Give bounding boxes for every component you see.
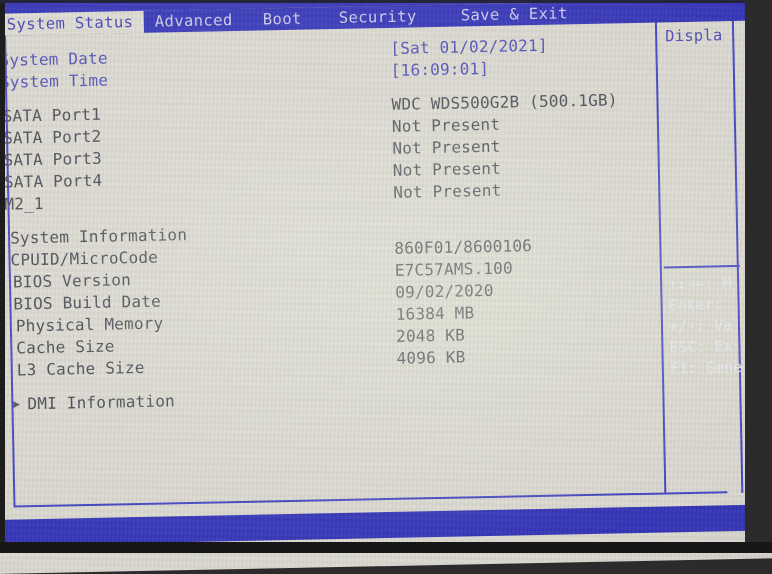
setting-row[interactable]: ▶ DMI Information bbox=[11, 380, 671, 415]
setting-label: System Time bbox=[0, 70, 109, 92]
setting-label: L3 Cache Size bbox=[16, 357, 145, 380]
setting-label: SATA Port3 bbox=[3, 148, 103, 170]
key-legend: ↑↓→←: M Enter: +/-: Va ESC: Ex F1: Gene bbox=[668, 273, 752, 380]
setting-value: 4096 KB bbox=[396, 347, 466, 368]
tab-save-exit[interactable]: Save & Exit bbox=[453, 2, 576, 26]
setting-label: CPUID/MicroCode bbox=[10, 247, 159, 270]
setting-value: 16384 MB bbox=[395, 303, 475, 324]
setting-label: Physical Memory bbox=[15, 313, 164, 336]
footer-bar bbox=[0, 503, 772, 546]
monitor-bezel-left bbox=[0, 0, 5, 553]
setting-label: M2_1 bbox=[4, 193, 44, 214]
setting-value: Not Present bbox=[392, 136, 501, 158]
setting-value: 2048 KB bbox=[395, 325, 466, 346]
tab-system-status[interactable]: System Status bbox=[0, 10, 144, 36]
setting-label: SATA Port1 bbox=[2, 104, 102, 126]
submenu-arrow-icon: ▶ bbox=[13, 397, 21, 411]
monitor-bezel-bottom bbox=[0, 542, 772, 553]
tab-boot[interactable]: Boot bbox=[255, 8, 310, 31]
key-legend-item: Enter: bbox=[668, 295, 723, 315]
tab-security[interactable]: Security bbox=[331, 5, 425, 29]
setting-value: WDC WDS500G2B (500.1GB) bbox=[391, 90, 618, 114]
setting-label: System Date bbox=[0, 48, 108, 70]
setting-value: Not Present bbox=[392, 158, 502, 180]
help-text: Displa bbox=[665, 26, 723, 46]
settings-panel: System Date [Sat 01/02/2021] System Time [1… bbox=[0, 21, 727, 507]
setting-value[interactable]: [16:09:01] bbox=[391, 58, 490, 82]
setting-value[interactable]: [Sat 01/02/2021] bbox=[390, 35, 548, 60]
key-legend-item: ↑↓→←: M bbox=[667, 274, 732, 294]
setting-value: Not Present bbox=[393, 180, 502, 202]
monitor-bezel-top bbox=[0, 0, 772, 3]
setting-value: E7C57AMS.100 bbox=[394, 258, 513, 280]
key-legend-item: ESC: Ex bbox=[669, 337, 733, 357]
setting-label: SATA Port4 bbox=[3, 170, 103, 192]
setting-label: Cache Size bbox=[16, 336, 115, 358]
setting-value: Not Present bbox=[391, 114, 501, 136]
key-legend-item: +/-: Va bbox=[668, 316, 733, 336]
panel-border-right bbox=[731, 20, 744, 493]
tab-advanced[interactable]: Advanced bbox=[147, 9, 241, 33]
key-legend-item: F1: Gene bbox=[669, 357, 743, 378]
setting-label: BIOS Version bbox=[12, 270, 132, 292]
setting-label: BIOS Build Date bbox=[13, 291, 162, 314]
setting-label: SATA Port2 bbox=[2, 126, 102, 148]
setting-label: DMI Information bbox=[27, 391, 176, 414]
monitor-screen: Aptio Setup Utility - Copyright (C) 2020… bbox=[0, 0, 772, 574]
monitor-bezel-right bbox=[745, 0, 772, 553]
setting-value: 09/02/2020 bbox=[395, 280, 494, 302]
setting-value: 860F01/8600106 bbox=[394, 236, 533, 258]
